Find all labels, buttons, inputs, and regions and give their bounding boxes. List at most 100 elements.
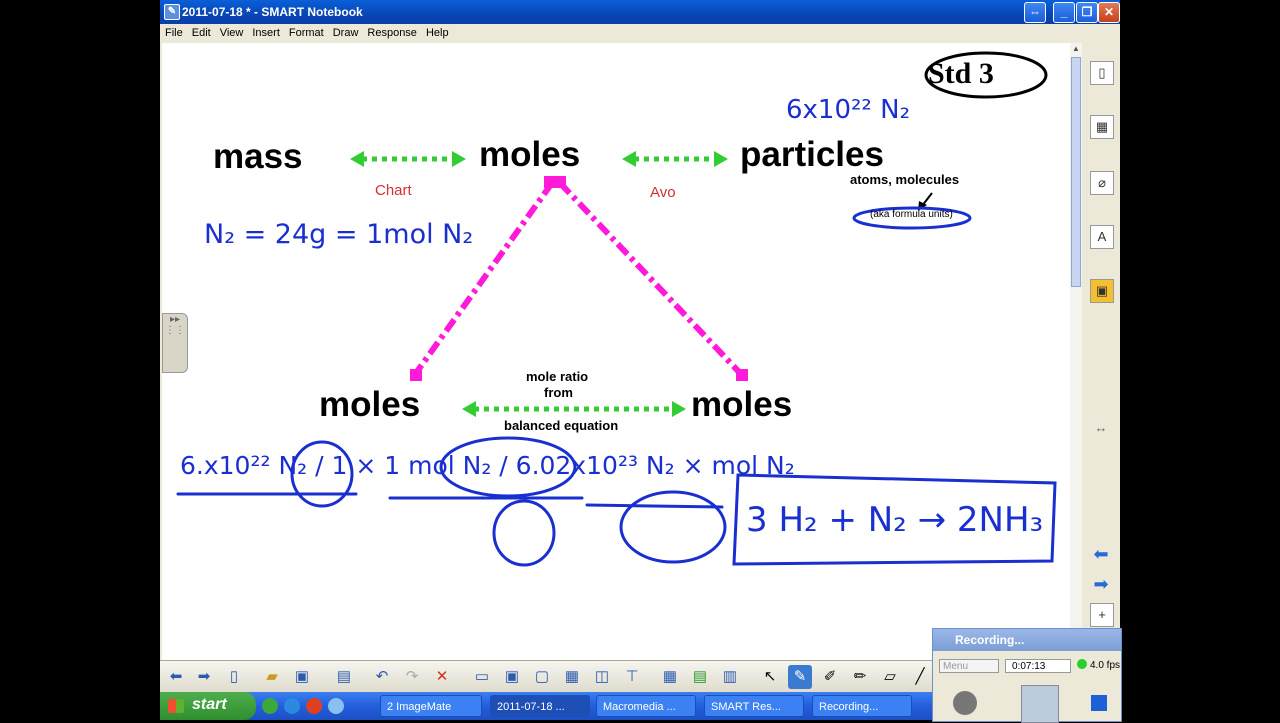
stop-icon[interactable] (1091, 695, 1107, 711)
particles-label: particles (740, 135, 884, 174)
handwritten-conversion: 6.x10²² N₂ / 1 × 1 mol N₂ / 6.02x10²³ N₂… (180, 451, 795, 480)
atoms-molecules-label: atoms, molecules (850, 172, 960, 187)
smart-notebook-window: ✎ 2011-07-18 * - SMART Notebook ⇔ _ ❐ ✕ … (160, 0, 1120, 720)
menu-insert[interactable]: Insert (247, 24, 284, 39)
task-smart-res[interactable]: SMART Res... (704, 695, 804, 717)
arrowhead (622, 151, 636, 167)
firefox-icon[interactable] (306, 698, 322, 714)
menu-draw[interactable]: Draw (328, 24, 363, 39)
quicklaunch-icon[interactable] (262, 698, 278, 714)
recorder-title: Recording... (955, 633, 1025, 647)
triangle-left-line (413, 181, 555, 375)
save-icon[interactable]: ▣ (290, 665, 314, 689)
handwritten-reaction: 3 H₂ + N₂ → 2NH₃ (746, 500, 1044, 540)
insert-table-icon[interactable]: ▦ (658, 665, 682, 689)
delete-icon[interactable]: ✕ (430, 665, 454, 689)
std-badge-text: Std 3 (928, 57, 994, 90)
gallery-icon[interactable]: ▦ (1090, 115, 1114, 139)
pen-icon[interactable]: ✎ (788, 665, 812, 689)
recorder-fps-value: 4.0 fps (1090, 660, 1121, 671)
eraser-icon[interactable]: ▱ (878, 665, 902, 689)
maximize-button[interactable]: ❐ (1076, 2, 1098, 23)
right-sidebar: ▯ ▦ ⌀ A ▣ ↔ ⬅ ➡ + (1082, 43, 1120, 660)
arrowhead (714, 151, 728, 167)
capture-icon[interactable]: ◫ (590, 665, 614, 689)
page-sorter-icon[interactable]: ▯ (1090, 61, 1114, 85)
next-page-icon[interactable]: ➡ (1090, 573, 1112, 595)
creative-pen-icon[interactable]: ✐ (818, 665, 842, 689)
properties-icon[interactable]: A (1090, 225, 1114, 249)
n2-circle-2 (492, 499, 556, 567)
menu-format[interactable]: Format (284, 24, 328, 39)
paste-icon[interactable]: ▤ (332, 665, 356, 689)
highlighter-icon[interactable]: ✏ (848, 665, 872, 689)
moles-top-label: moles (479, 135, 581, 174)
side-panel-toggle-tab[interactable]: ▸▸ ⋮⋮ (162, 313, 188, 373)
handwritten-molar-mass: N₂ = 24g = 1mol N₂ (204, 219, 474, 250)
fraction-bar-3 (585, 503, 724, 509)
triangle-right-end (736, 369, 748, 381)
line-icon[interactable]: ╱ (908, 665, 932, 689)
ie-icon[interactable] (284, 698, 300, 714)
moles-right-label: moles (691, 385, 793, 424)
notebook-app-icon: ✎ (164, 4, 180, 20)
previous-page-icon[interactable]: ⬅ (1090, 543, 1112, 565)
record-icon[interactable] (953, 691, 977, 715)
notebook-page[interactable]: mass moles particles moles moles Chart A… (162, 43, 1070, 660)
aka-label: (aka formula units) (870, 209, 953, 220)
recorder-title-bar: Recording... (933, 629, 1121, 651)
triangle-right-line (557, 180, 743, 376)
task-recording[interactable]: Recording... (812, 695, 912, 717)
menu-view[interactable]: View (215, 24, 248, 39)
undo-icon[interactable]: ↶ (370, 665, 394, 689)
document-camera-icon[interactable]: ⊤ (620, 665, 644, 689)
avo-label: Avo (650, 184, 676, 201)
handwritten-particle-count: 6x10²² N₂ (786, 95, 910, 125)
recorder-menu-dropdown[interactable]: Menu (939, 659, 999, 673)
redo-icon[interactable]: ↷ (400, 665, 424, 689)
menu-response[interactable]: Response (362, 24, 421, 39)
mole-ratio-label: mole ratio (526, 369, 589, 384)
minimize-button[interactable]: _ (1053, 2, 1075, 23)
full-screen-icon[interactable]: ▣ (500, 665, 524, 689)
display-screen-icon[interactable]: ▦ (560, 665, 584, 689)
triangle-apex (544, 176, 566, 188)
mol-n2-circle-3 (619, 490, 727, 564)
start-button[interactable]: start (160, 692, 256, 720)
add-page-icon[interactable]: + (1090, 603, 1114, 627)
add-response-icon[interactable]: ▤ (688, 665, 712, 689)
title-bar: ✎ 2011-07-18 * - SMART Notebook ⇔ _ ❐ ✕ (160, 0, 1120, 24)
scroll-thumb[interactable] (1071, 57, 1081, 287)
mass-label: mass (213, 137, 303, 176)
pause-icon[interactable] (1021, 685, 1059, 723)
vertical-scrollbar[interactable]: ▲ (1070, 43, 1082, 660)
move-sidebar-icon[interactable]: ↔ (1090, 417, 1112, 439)
arrowhead (672, 401, 686, 417)
task-macromedia[interactable]: Macromedia ... (596, 695, 696, 717)
status-dot-icon (1077, 659, 1087, 669)
menu-file[interactable]: File (160, 24, 187, 39)
moles-left-label: moles (319, 385, 421, 424)
screen-shade-icon[interactable]: ▭ (470, 665, 494, 689)
response-results-icon[interactable]: ▥ (718, 665, 742, 689)
scroll-up-icon[interactable]: ▲ (1070, 43, 1082, 55)
arrowhead (462, 401, 476, 417)
menu-edit[interactable]: Edit (187, 24, 215, 39)
forward-icon[interactable]: ➡ (192, 665, 216, 689)
blank-page-icon[interactable]: ▯ (222, 665, 246, 689)
menu-bar: File Edit View Insert Format Draw Response Help (160, 24, 1120, 42)
transparent-background-icon[interactable]: ▢ (530, 665, 554, 689)
close-button[interactable]: ✕ (1098, 2, 1120, 23)
attachments-icon[interactable]: ⌀ (1090, 171, 1114, 195)
restore-arrows-button[interactable]: ⇔ (1024, 2, 1046, 23)
addons-icon[interactable]: ▣ (1090, 279, 1114, 303)
recorder-fps: 4.0 fps (1077, 659, 1120, 673)
task-imagemate[interactable]: 2 ImageMate (380, 695, 482, 717)
menu-help[interactable]: Help (421, 24, 453, 39)
open-file-icon[interactable]: ▰ (260, 665, 284, 689)
back-icon[interactable]: ⬅ (164, 665, 188, 689)
task-notebook[interactable]: 2011-07-18 ... (490, 695, 590, 717)
select-arrow-icon[interactable]: ↖ (758, 665, 782, 689)
messenger-icon[interactable] (328, 698, 344, 714)
start-label: start (192, 696, 227, 713)
